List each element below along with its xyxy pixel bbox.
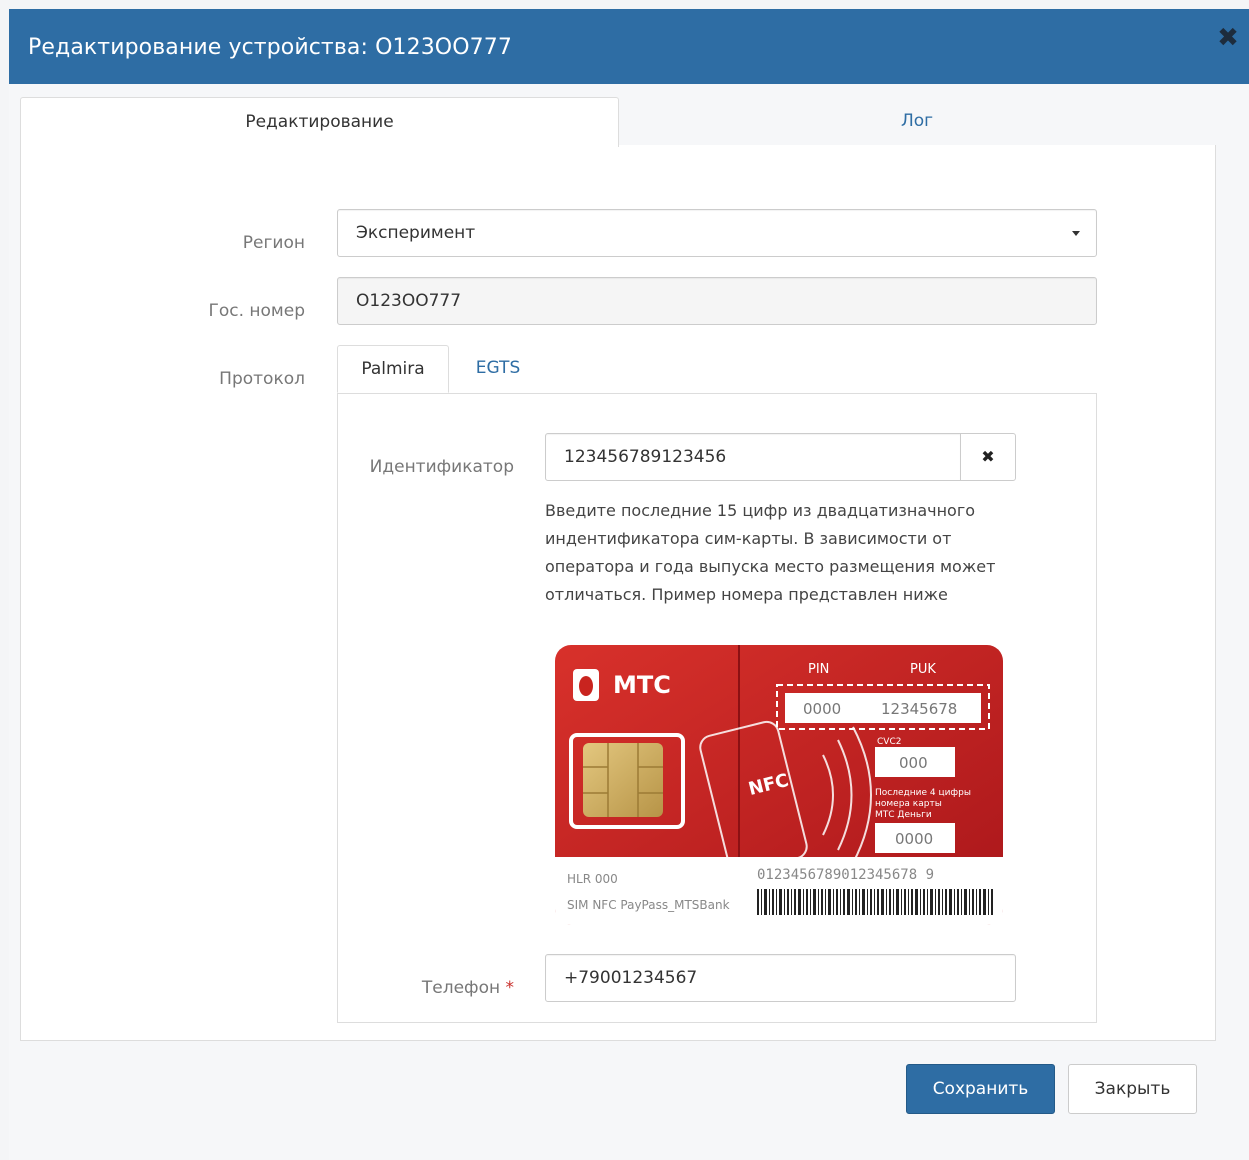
tab-palmira[interactable]: Palmira [337,345,449,393]
plate-value: О123ОО777 [356,291,462,311]
tab-log[interactable]: Лог [618,97,1216,145]
sim-chip [583,743,663,817]
svg-text:SIM NFC PayPass_MTSBank: SIM NFC PayPass_MTSBank [567,898,730,912]
svg-text:000: 000 [899,754,928,772]
required-marker: * [505,978,515,998]
modal-header: Редактирование устройства: О123ОО777 ✖ [9,9,1249,84]
svg-text:МТС Деньги: МТС Деньги [875,810,932,820]
chevron-down-icon [1072,231,1080,236]
identifier-value: 123456789123456 [564,447,727,467]
region-label: Регион [242,233,305,253]
tab-egts[interactable]: EGTS [454,345,542,393]
svg-text:PUK: PUK [910,662,936,677]
region-select[interactable]: Эксперимент [337,209,1097,257]
svg-text:0000: 0000 [895,830,933,848]
phone-input[interactable]: +79001234567 [545,954,1016,1002]
save-button[interactable]: Сохранить [906,1064,1055,1114]
close-button[interactable]: Закрыть [1068,1064,1197,1114]
region-value: Эксперимент [356,223,476,243]
sim-brand: МТС [613,671,671,699]
svg-text:12345678: 12345678 [881,700,957,718]
identifier-input[interactable]: 123456789123456 [545,433,961,481]
svg-text:PIN: PIN [808,662,829,677]
svg-text:Последние 4 цифры: Последние 4 цифры [875,788,971,798]
svg-text:0000: 0000 [803,700,841,718]
close-icon[interactable]: ✖ [1217,25,1239,51]
plate-label: Гос. номер [208,301,305,321]
protocol-label: Протокол [219,369,305,389]
phone-value: +79001234567 [564,968,698,988]
tab-edit[interactable]: Редактирование [20,97,619,147]
clear-identifier-button[interactable]: ✖ [960,433,1016,481]
plate-field[interactable]: О123ОО777 [337,277,1097,325]
sim-card-example-image: МТС NFC PIN PUK 0000 12345678 CVC2 000 П… [555,645,1003,925]
identifier-help-text: Введите последние 15 цифр из двадцатизна… [545,501,996,604]
identifier-label: Идентификатор [369,457,514,477]
main-tabs: Редактирование Лог [20,97,1216,147]
modal-title: Редактирование устройства: О123ОО777 [28,35,512,60]
svg-text:HLR 000: HLR 000 [567,872,618,886]
phone-label: Телефон * [421,978,515,998]
svg-text:номера карты: номера карты [875,799,942,809]
svg-text:0123456789012345678 9: 0123456789012345678 9 [757,867,934,883]
svg-text:CVC2: CVC2 [877,737,901,747]
